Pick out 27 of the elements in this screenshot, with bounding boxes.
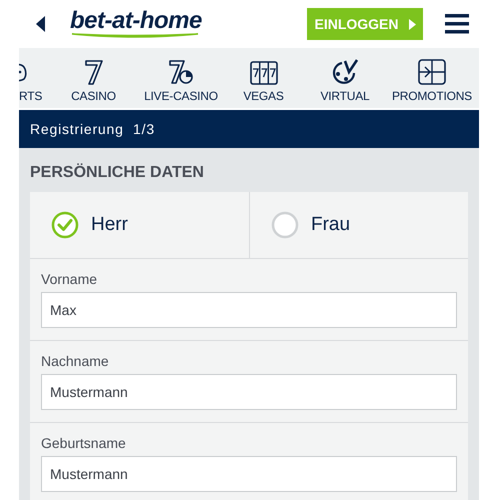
caret-icon [408,18,416,30]
seven-clock-icon [168,59,194,85]
nav-item[interactable]: VIRTUAL [305,48,385,108]
step-title: Registrierung 1/3 [30,121,155,137]
field-label: Nachname [41,353,110,369]
seven-icon [84,59,104,85]
nav-item[interactable]: PROMOTIONS [385,48,479,108]
nav-item[interactable]: CASINO [47,48,140,108]
section-title: PERSÖNLICHE DATEN [30,164,205,182]
radio-icon[interactable] [271,211,299,239]
box-arrow-icon [418,59,446,85]
input-field[interactable]: Mustermann [41,374,457,410]
slot-machine-icon [250,61,278,85]
nav-item[interactable]: LIVE-CASINO [140,48,222,108]
nav-item[interactable]: RTS [19,48,47,108]
ball-v-icon [332,59,358,85]
salutation-option[interactable]: Herr [30,192,249,258]
menu-icon[interactable] [445,14,469,34]
salutation-option[interactable]: Frau [249,192,468,258]
checked-radio-icon[interactable] [51,211,79,239]
nav-item[interactable]: VEGAS [222,48,305,108]
input-field[interactable]: Max [41,292,457,328]
input-field[interactable]: Mustermann [41,456,457,492]
field-label: Vorname [41,271,98,287]
field-label: Geburtsname [41,435,127,451]
logo[interactable]: bet-at-home [70,9,210,39]
back-arrow-icon[interactable] [36,16,45,32]
